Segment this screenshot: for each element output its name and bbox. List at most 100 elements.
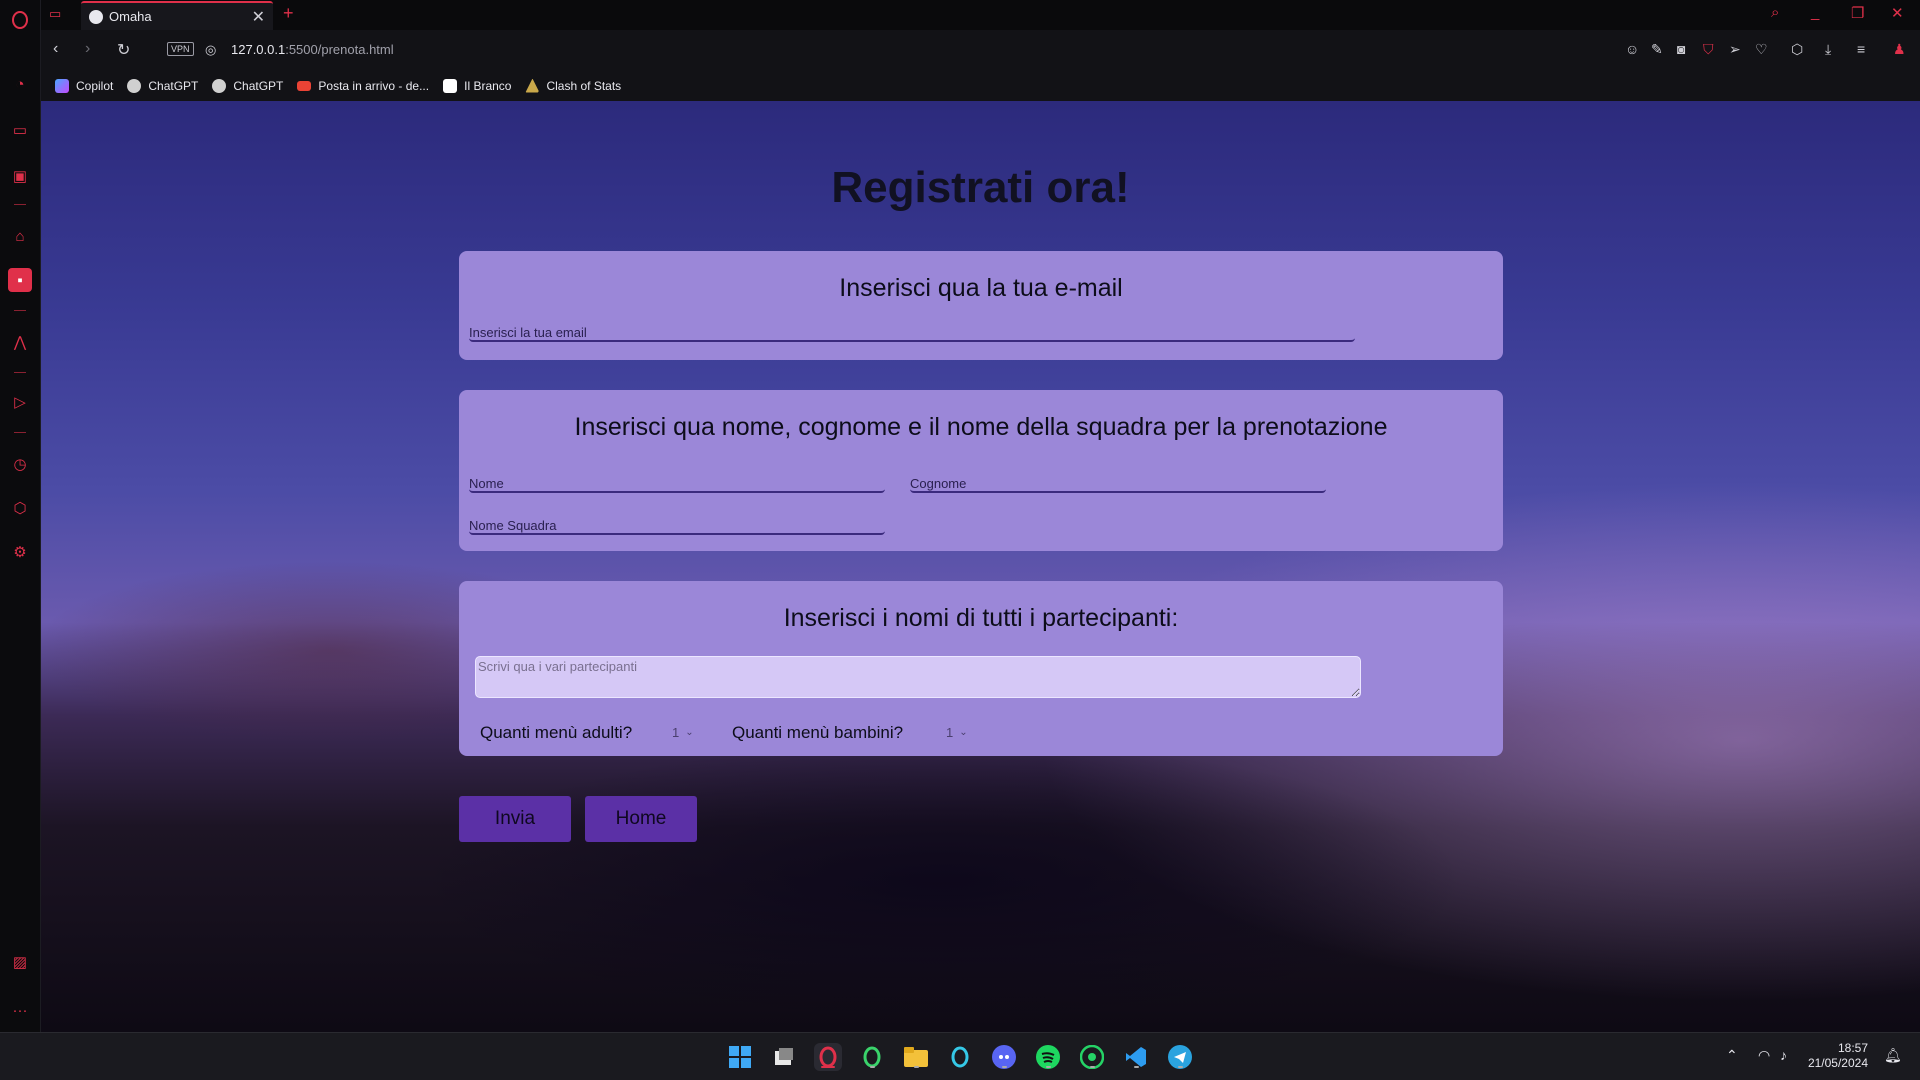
tab-title: Omaha <box>109 9 152 24</box>
bookmark-chatgpt-2[interactable]: ChatGPT <box>212 78 284 93</box>
email-heading: Inserisci qua la tua e-mail <box>839 274 1123 302</box>
vscode-icon[interactable] <box>1122 1043 1150 1071</box>
clock-date: 21/05/2024 <box>1807 1056 1868 1070</box>
settings-gear-icon[interactable]: ⚙ <box>8 540 32 564</box>
email-input[interactable] <box>469 324 1355 342</box>
telegram-icon[interactable] <box>1166 1043 1194 1071</box>
gx-control-icon[interactable]: ▭ <box>49 6 61 22</box>
team-name-input[interactable] <box>469 517 885 535</box>
emoji-icon[interactable]: ☺ <box>1625 41 1639 57</box>
more-icon[interactable]: ··· <box>8 998 32 1022</box>
task-view-icon[interactable] <box>770 1043 798 1071</box>
adblock-shield-icon[interactable]: ⛉ <box>1703 41 1714 58</box>
tab-active[interactable]: Omaha ✕ <box>81 1 273 30</box>
bookmark-label: ChatGPT <box>148 78 199 93</box>
home-button[interactable]: Home <box>585 796 697 842</box>
profile-icon[interactable]: ♟ <box>1893 41 1906 58</box>
gx-icon[interactable]: ▪ <box>8 268 32 292</box>
whatsapp-icon[interactable] <box>1078 1043 1106 1071</box>
browser-sidebar: ◔ ▭ ▣ ⌂ ▪ ⋀ ▷ ◷ ⬡ ⚙ ▨ ··· <box>0 0 41 1032</box>
bookmark-gmail[interactable]: Posta in arrivo - de... <box>297 79 429 93</box>
volume-icon[interactable]: ♪ <box>1780 1047 1787 1063</box>
twitch-icon[interactable]: ⋀ <box>8 330 32 354</box>
wallpaper-icon[interactable]: ▨ <box>8 950 32 974</box>
page-title: Registrati ora! <box>831 163 1130 212</box>
home-icon[interactable]: ⌂ <box>8 224 32 248</box>
shopping-icon[interactable]: ▭ <box>8 118 32 142</box>
site-info-icon[interactable]: ◎ <box>205 42 216 58</box>
participants-heading: Inserisci i nomi di tutti i partecipanti… <box>783 604 1179 632</box>
system-clock[interactable]: 18:57 21/05/2024 <box>1804 1041 1868 1071</box>
child-menu-label: Quanti menù bambini? <box>732 723 904 742</box>
vpn-badge[interactable]: VPN <box>167 42 194 56</box>
sidebar-divider <box>14 372 26 373</box>
speed-dial-icon[interactable]: ◔ <box>8 72 32 96</box>
submit-button[interactable]: Invia <box>459 796 571 842</box>
forward-icon[interactable]: › <box>85 40 90 58</box>
extensions-cube-icon[interactable]: ⬡ <box>1791 41 1803 58</box>
wifi-icon[interactable]: ◠ <box>1758 1047 1770 1064</box>
extensions-icon[interactable]: ⬡ <box>8 496 32 520</box>
file-explorer-icon[interactable] <box>902 1043 930 1071</box>
bookmark-label: Posta in arrivo - de... <box>318 78 430 93</box>
bookmark-label: ChatGPT <box>233 78 284 93</box>
download-icon[interactable]: ⤓ <box>1825 41 1831 58</box>
edit-icon[interactable]: ✎ <box>1651 41 1663 58</box>
chatgpt-icon <box>127 78 142 93</box>
participants-textarea[interactable] <box>475 656 1361 698</box>
close-tab-icon[interactable]: ✕ <box>252 7 265 27</box>
windows-start-icon[interactable] <box>726 1043 754 1071</box>
windows-taskbar: ⌃ ◠ ♪ 18:57 21/05/2024 🔔︎ <box>0 1032 1920 1080</box>
url-field[interactable]: 127.0.0.1:5500/prenota.html <box>231 42 394 57</box>
send-icon[interactable]: ➢ <box>1729 41 1741 58</box>
search-tabs-icon[interactable]: ⌕ <box>1771 4 1779 21</box>
adult-menu-select[interactable]: 1 ⌄ <box>672 725 694 740</box>
participants-card: Inserisci i nomi di tutti i partecipanti… <box>459 581 1503 756</box>
bookmark-copilot[interactable]: Copilot <box>55 78 114 93</box>
reload-icon[interactable]: ↻ <box>117 40 130 60</box>
adult-menu-value: 1 <box>672 725 680 740</box>
minimize-icon[interactable]: _ <box>1811 4 1819 21</box>
bookmarks-bar: Copilot ChatGPT ChatGPT Posta in arrivo … <box>41 70 1920 101</box>
menu-icon[interactable]: ≡ <box>1857 41 1865 57</box>
bookmark-clash-of-stats[interactable]: Clash of Stats <box>525 78 622 93</box>
tab-bar: ▭ Omaha ✕ + ⌕ _ ❐ ✕ <box>41 0 1920 30</box>
last-name-input[interactable] <box>910 475 1326 493</box>
adult-menu-label: Quanti menù adulti? <box>480 723 633 742</box>
name-heading: Inserisci qua nome, cognome e il nome de… <box>574 413 1388 441</box>
bookmark-label: Clash of Stats <box>546 78 622 93</box>
clock-time: 18:57 <box>1837 1041 1868 1055</box>
chevron-down-icon: ⌄ <box>959 727 968 738</box>
discord-icon[interactable] <box>990 1043 1018 1071</box>
globe-icon <box>89 9 103 24</box>
chatgpt-icon <box>212 78 227 93</box>
bookmark-label: Copilot <box>76 78 114 93</box>
opera-gx-taskbar-icon[interactable] <box>814 1043 842 1071</box>
back-icon[interactable]: ‹ <box>53 40 58 58</box>
sidebar-divider <box>14 432 26 433</box>
gmail-icon <box>297 80 312 91</box>
notification-bell-icon[interactable]: 🔔︎ <box>1884 1047 1902 1064</box>
new-tab-button[interactable]: + <box>283 3 294 24</box>
opera-logo-icon[interactable] <box>8 8 32 32</box>
child-menu-select[interactable]: 1 ⌄ <box>946 725 968 740</box>
camera-icon[interactable]: ◙ <box>1677 41 1685 57</box>
url-host: 127.0.0.1 <box>231 42 286 57</box>
heart-icon[interactable]: ♡ <box>1755 41 1768 58</box>
opera-gx-green-icon[interactable] <box>858 1043 886 1071</box>
child-menu-value: 1 <box>946 725 954 740</box>
close-window-icon[interactable]: ✕ <box>1891 4 1904 22</box>
bookmark-label: Il Branco <box>464 78 512 93</box>
player-icon[interactable]: ▷ <box>8 390 32 414</box>
tray-chevron-icon[interactable]: ⌃ <box>1726 1047 1738 1064</box>
spotify-icon[interactable] <box>1034 1043 1062 1071</box>
chevron-down-icon: ⌄ <box>685 727 694 738</box>
clash-of-stats-icon <box>525 78 540 93</box>
aria-icon[interactable]: ▣ <box>8 164 32 188</box>
bookmark-il-branco[interactable]: Il Branco <box>443 78 512 93</box>
restore-icon[interactable]: ❐ <box>1851 4 1864 22</box>
bookmark-chatgpt[interactable]: ChatGPT <box>127 78 199 93</box>
first-name-input[interactable] <box>469 475 885 493</box>
opera-air-icon[interactable] <box>946 1043 974 1071</box>
history-icon[interactable]: ◷ <box>8 452 32 476</box>
